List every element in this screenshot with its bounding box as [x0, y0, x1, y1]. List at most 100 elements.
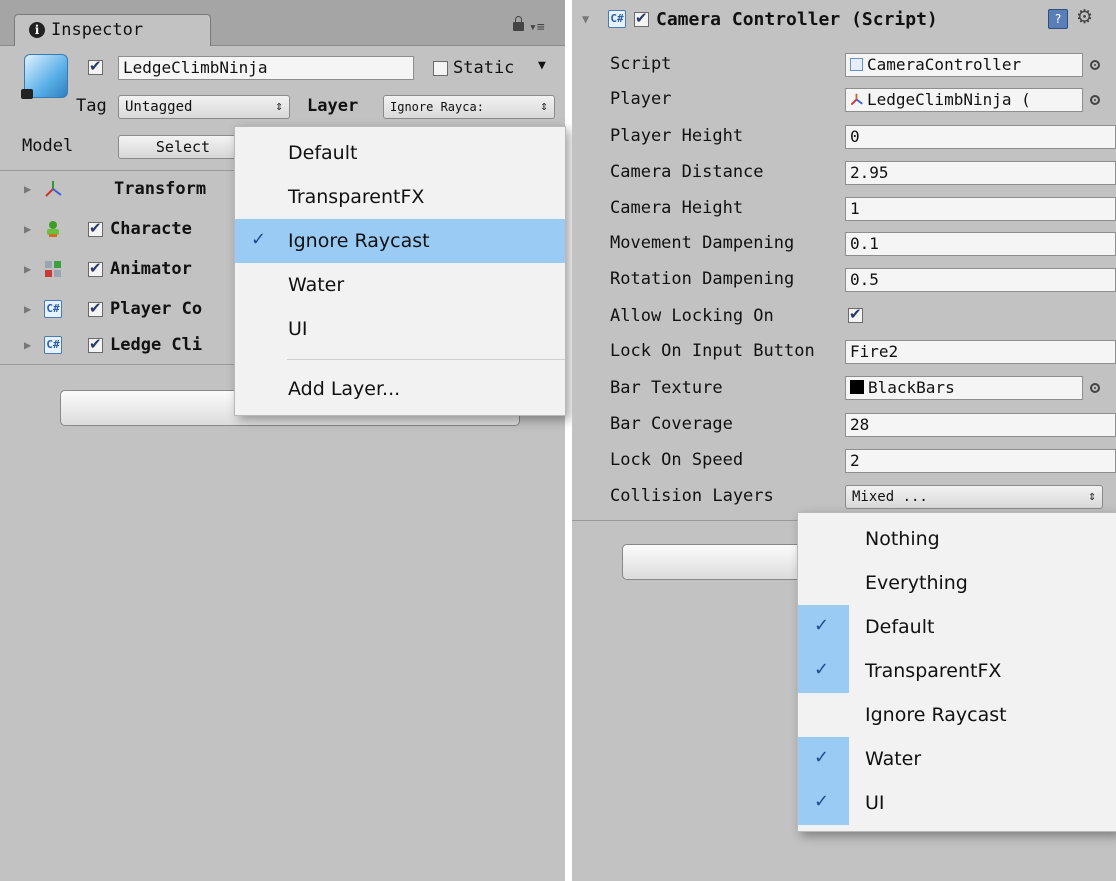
property-label: Bar Coverage	[610, 414, 733, 434]
property-label: Bar Texture	[610, 378, 723, 398]
mask-option-everything[interactable]: Everything	[798, 561, 1116, 605]
property-label: Script	[610, 54, 672, 74]
transform-icon	[44, 180, 62, 198]
layer-dropdown-menu: Default TransparentFX ✓ Ignore Raycast W…	[234, 126, 566, 416]
foldout-arrow-icon[interactable]: ▶	[24, 302, 31, 316]
property-label: Player	[610, 89, 672, 109]
model-label: Model	[22, 136, 74, 156]
animator-icon	[44, 260, 62, 278]
checkmark-icon: ✓	[251, 229, 267, 250]
static-label: Static	[453, 58, 515, 78]
mask-option-ui[interactable]: ✓ UI	[798, 781, 1116, 825]
checkmark-icon: ✓	[814, 615, 830, 636]
component-enabled-checkbox[interactable]	[634, 9, 649, 27]
allow-locking-on-checkbox[interactable]	[848, 305, 863, 323]
help-book-icon[interactable]: ?	[1048, 9, 1068, 29]
tag-popup-value: Untagged	[125, 99, 193, 115]
camera-distance-field[interactable]: 2.95	[845, 161, 1116, 185]
property-label: Allow Locking On	[610, 306, 774, 326]
dropdown-separator	[287, 359, 565, 360]
script-object-field[interactable]: CameraController	[845, 53, 1083, 77]
dropdown-item-label: Add Layer...	[288, 378, 401, 400]
property-label: Movement Dampening	[610, 233, 795, 253]
popup-arrows-icon: ⇕	[1088, 489, 1096, 504]
gear-icon[interactable]: ⚙	[1076, 6, 1093, 28]
gameobject-cube-icon	[21, 54, 68, 99]
dropdown-item-label: Ignore Raycast	[288, 230, 430, 252]
dropdown-item-label: Water	[288, 274, 345, 296]
static-dropdown-arrow-icon[interactable]: ▼	[538, 58, 546, 73]
foldout-arrow-icon[interactable]: ▶	[24, 262, 31, 276]
property-label: Rotation Dampening	[610, 269, 795, 289]
foldout-arrow-icon[interactable]: ▶	[24, 338, 31, 352]
foldout-arrow-icon[interactable]: ▼	[582, 12, 589, 26]
property-label: Lock On Input Button	[610, 341, 815, 361]
rotation-dampening-field[interactable]: 0.5	[845, 268, 1116, 292]
transform-icon	[850, 91, 863, 106]
layer-option-transparentfx[interactable]: TransparentFX	[235, 175, 565, 219]
dropdown-item-label: TransparentFX	[865, 660, 1002, 682]
mask-option-transparentfx[interactable]: ✓ TransparentFX	[798, 649, 1116, 693]
checkmark-icon: ✓	[814, 747, 830, 768]
dropdown-item-label: Default	[865, 616, 935, 638]
layer-option-ignore-raycast[interactable]: ✓ Ignore Raycast	[235, 219, 565, 263]
character-controller-icon	[44, 220, 62, 238]
dropdown-item-label: UI	[865, 792, 885, 814]
layer-label: Layer	[307, 96, 359, 116]
component-name: Characte	[110, 219, 192, 239]
layer-popup-value: Ignore Rayca:	[390, 100, 484, 114]
component-name: Ledge Cli	[110, 335, 203, 355]
gameobject-name-field[interactable]: LedgeClimbNinja	[118, 56, 414, 80]
tab-inspector[interactable]: i Inspector	[14, 14, 211, 46]
mask-option-ignore-raycast[interactable]: Ignore Raycast	[798, 693, 1116, 737]
dropdown-item-label: Nothing	[865, 528, 940, 550]
dropdown-item-label: Everything	[865, 572, 968, 594]
component-enabled-checkbox[interactable]	[88, 259, 103, 277]
csharp-script-icon: C#	[608, 10, 626, 28]
popup-arrows-icon: ⇕	[540, 99, 548, 114]
component-enabled-checkbox[interactable]	[88, 219, 103, 237]
component-enabled-checkbox[interactable]	[88, 335, 103, 353]
component-name: Transform	[114, 179, 207, 199]
object-picker-icon[interactable]	[1090, 383, 1100, 393]
mask-option-water[interactable]: ✓ Water	[798, 737, 1116, 781]
foldout-arrow-icon[interactable]: ▶	[24, 182, 31, 196]
mask-option-nothing[interactable]: Nothing	[798, 517, 1116, 561]
mask-option-default[interactable]: ✓ Default	[798, 605, 1116, 649]
property-label: Collision Layers	[610, 486, 774, 506]
lock-on-speed-field[interactable]: 2	[845, 449, 1116, 473]
camera-height-field[interactable]: 1	[845, 197, 1116, 221]
bar-texture-field[interactable]: BlackBars	[845, 376, 1083, 400]
player-height-field[interactable]: 0	[845, 125, 1116, 149]
layer-option-water[interactable]: Water	[235, 263, 565, 307]
layer-option-default[interactable]: Default	[235, 131, 565, 175]
layer-option-ui[interactable]: UI	[235, 307, 565, 351]
script-file-icon	[850, 58, 863, 71]
tag-popup[interactable]: Untagged ⇕	[118, 95, 290, 119]
collision-layers-dropdown-menu: Nothing Everything ✓ Default ✓ Transpare…	[797, 512, 1116, 832]
collision-layers-popup[interactable]: Mixed ... ⇕	[845, 485, 1103, 509]
foldout-arrow-icon[interactable]: ▶	[24, 222, 31, 236]
inspector-tab-bar: i Inspector ▾≡	[0, 0, 565, 46]
dropdown-item-label: Water	[865, 748, 922, 770]
dropdown-item-label: TransparentFX	[288, 186, 425, 208]
panel-menu-icon[interactable]: ▾≡	[529, 20, 545, 35]
player-object-field[interactable]: LedgeClimbNinja (	[845, 88, 1083, 112]
checkmark-icon: ✓	[814, 791, 830, 812]
property-label: Lock On Speed	[610, 450, 744, 470]
component-enabled-checkbox[interactable]	[88, 299, 103, 317]
lock-icon[interactable]	[513, 16, 524, 31]
component-header-title: Camera Controller (Script)	[656, 9, 938, 30]
tag-label: Tag	[76, 96, 107, 116]
movement-dampening-field[interactable]: 0.1	[845, 232, 1116, 256]
property-value: CameraController	[867, 55, 1022, 74]
object-picker-icon[interactable]	[1090, 95, 1100, 105]
model-select-button[interactable]: Select	[118, 135, 248, 159]
lock-on-input-button-field[interactable]: Fire2	[845, 340, 1116, 364]
bar-coverage-field[interactable]: 28	[845, 413, 1116, 437]
gameobject-active-checkbox[interactable]	[88, 57, 103, 75]
layer-popup[interactable]: Ignore Rayca: ⇕	[383, 95, 555, 119]
object-picker-icon[interactable]	[1090, 60, 1100, 70]
static-checkbox[interactable]	[433, 61, 448, 76]
add-layer-option[interactable]: Add Layer...	[235, 367, 565, 411]
